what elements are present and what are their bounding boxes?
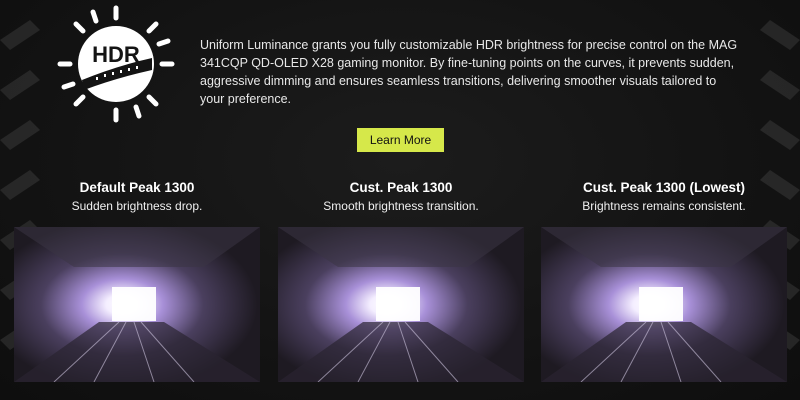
comparison-title: Cust. Peak 1300	[349, 180, 453, 195]
comparison-title: Default Peak 1300	[79, 180, 195, 195]
tunnel-light-image	[541, 227, 787, 382]
comparison-subtitle: Brightness remains consistent.	[582, 199, 746, 213]
hdr-logo: HDR	[56, 4, 176, 124]
comparison-card-default: Default Peak 1300 Sudden brightness drop…	[14, 180, 260, 213]
comparison-card-lowest: Cust. Peak 1300 (Lowest) Brightness rema…	[541, 180, 787, 213]
comparison-title: Cust. Peak 1300 (Lowest)	[582, 180, 746, 195]
tunnel-light-image	[278, 227, 524, 382]
hdr-sun-icon: HDR	[57, 5, 175, 123]
hdr-logo-label: HDR	[92, 42, 140, 67]
tunnel-light-image	[14, 227, 260, 382]
intro-text: Uniform Luminance grants you fully custo…	[200, 38, 738, 106]
comparison-subtitle: Sudden brightness drop.	[71, 199, 203, 213]
comparison-card-custom: Cust. Peak 1300 Smooth brightness transi…	[278, 180, 524, 213]
page: HDR Uniform Luminance grants you fully c…	[0, 0, 800, 400]
learn-more-button[interactable]: Learn More	[357, 128, 444, 152]
comparison-subtitle: Smooth brightness transition.	[323, 199, 479, 213]
